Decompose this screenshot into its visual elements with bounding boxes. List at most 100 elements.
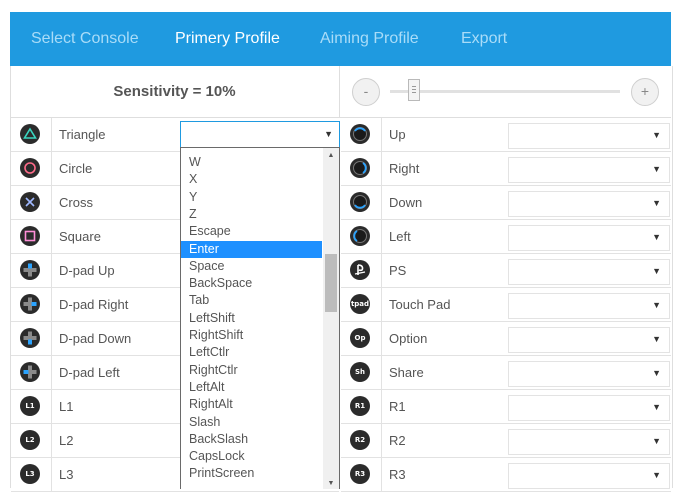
chevron-down-icon: ▼ bbox=[652, 266, 661, 276]
button-icon-cell bbox=[11, 220, 52, 253]
dropdown-option[interactable]: RightAlt bbox=[181, 396, 322, 413]
share-icon: Sh bbox=[350, 362, 370, 382]
button-label: Left bbox=[389, 229, 411, 244]
scroll-up-icon[interactable]: ▲ bbox=[323, 148, 339, 164]
button-icon-cell: L1 bbox=[11, 390, 52, 423]
r2-icon: R2 bbox=[350, 430, 370, 450]
dpad-right-icon bbox=[20, 294, 40, 314]
dropdown-option[interactable]: Z bbox=[181, 206, 322, 223]
button-icon-cell bbox=[11, 356, 52, 389]
dropdown-option[interactable]: LeftShift bbox=[181, 310, 322, 327]
l1-icon: L1 bbox=[20, 396, 40, 416]
button-label: R3 bbox=[389, 467, 406, 482]
decrease-sensitivity-button[interactable]: - bbox=[352, 78, 380, 106]
right-mapping-row-r1: R1 R1 ▼ bbox=[341, 390, 671, 424]
dpad-left-icon bbox=[20, 362, 40, 382]
dropdown-option[interactable]: Tab bbox=[181, 292, 322, 309]
triangle-key-select[interactable]: ▼ bbox=[180, 121, 340, 148]
dropdown-option[interactable]: Slash bbox=[181, 414, 322, 431]
chevron-down-icon: ▼ bbox=[652, 130, 661, 140]
chevron-down-icon: ▼ bbox=[652, 368, 661, 378]
button-label: Square bbox=[59, 229, 101, 244]
button-icon-cell: Sh bbox=[341, 356, 382, 389]
icon-glyph: R1 bbox=[354, 402, 366, 410]
scrollbar-thumb[interactable] bbox=[325, 254, 337, 312]
key-select[interactable]: ▼ bbox=[508, 259, 670, 285]
button-icon-cell bbox=[11, 322, 52, 355]
right-mapping-row-right: Right ▼ bbox=[341, 152, 671, 186]
tab-export[interactable]: Export bbox=[461, 12, 507, 66]
stick-right-icon bbox=[350, 158, 370, 178]
sensitivity-label: Sensitivity = 10% bbox=[10, 66, 340, 118]
key-select[interactable]: ▼ bbox=[508, 429, 670, 455]
chevron-down-icon: ▼ bbox=[652, 300, 661, 310]
button-label: L1 bbox=[59, 399, 74, 414]
dropdown-option[interactable]: Y bbox=[181, 189, 322, 206]
dropdown-option[interactable]: X bbox=[181, 171, 322, 188]
button-icon-cell bbox=[11, 254, 52, 287]
key-select[interactable]: ▼ bbox=[508, 463, 670, 489]
key-select[interactable]: ▼ bbox=[508, 123, 670, 149]
key-select[interactable]: ▼ bbox=[508, 327, 670, 353]
sensitivity-slider-track[interactable] bbox=[390, 90, 620, 93]
right-mapping-row-share: Sh Share ▼ bbox=[341, 356, 671, 390]
icon-glyph: Sh bbox=[354, 368, 366, 376]
dropdown-option[interactable]: BackSpace bbox=[181, 275, 322, 292]
chevron-down-icon: ▼ bbox=[652, 198, 661, 208]
key-select[interactable]: ▼ bbox=[508, 157, 670, 183]
button-icon-cell bbox=[341, 118, 382, 151]
tab-primery-profile[interactable]: Primery Profile bbox=[175, 12, 280, 66]
button-icon-cell: tpad bbox=[341, 288, 382, 321]
dropdown-option[interactable]: W bbox=[181, 154, 322, 171]
dropdown-option[interactable]: Enter bbox=[181, 240, 322, 258]
chevron-down-icon: ▼ bbox=[652, 436, 661, 446]
button-label: L2 bbox=[59, 433, 74, 448]
chevron-down-icon: ▼ bbox=[652, 232, 661, 242]
button-label: Up bbox=[389, 127, 406, 142]
dropdown-option[interactable]: BackSlash bbox=[181, 431, 322, 448]
button-icon-cell: L3 bbox=[11, 458, 52, 491]
button-label: D-pad Up bbox=[59, 263, 115, 278]
right-mapping-row-option: Op Option ▼ bbox=[341, 322, 671, 356]
stick-down-icon bbox=[350, 192, 370, 212]
button-icon-cell bbox=[341, 152, 382, 185]
stick-up-icon bbox=[350, 124, 370, 144]
right-mapping-row-r2: R2 R2 ▼ bbox=[341, 424, 671, 458]
dropdown-scrollbar[interactable]: ▲ ▼ bbox=[323, 148, 339, 489]
button-label: R1 bbox=[389, 399, 406, 414]
dropdown-option[interactable]: PrintScreen bbox=[181, 465, 322, 482]
right-mapping-row-r3: R3 R3 ▼ bbox=[341, 458, 671, 492]
dropdown-option[interactable]: LeftCtlr bbox=[181, 344, 322, 361]
key-select[interactable]: ▼ bbox=[508, 225, 670, 251]
chevron-down-icon: ▼ bbox=[324, 129, 333, 139]
tab-aiming-profile[interactable]: Aiming Profile bbox=[320, 12, 419, 66]
button-icon-cell bbox=[341, 186, 382, 219]
right-mapping-row-touch-pad: tpad Touch Pad ▼ bbox=[341, 288, 671, 322]
button-label: Down bbox=[389, 195, 423, 210]
circle-icon bbox=[20, 158, 40, 178]
dropdown-option[interactable]: RightCtlr bbox=[181, 362, 322, 379]
key-select[interactable]: ▼ bbox=[508, 395, 670, 421]
dropdown-option[interactable]: LeftAlt bbox=[181, 379, 322, 396]
r3-icon: R3 bbox=[350, 464, 370, 484]
right-mapping-row-left: Left ▼ bbox=[341, 220, 671, 254]
dropdown-option[interactable]: Space bbox=[181, 258, 322, 275]
sensitivity-slider-thumb[interactable] bbox=[408, 79, 420, 101]
key-select[interactable]: ▼ bbox=[508, 293, 670, 319]
button-icon-cell bbox=[11, 288, 52, 321]
tab-select-console[interactable]: Select Console bbox=[31, 12, 139, 66]
dropdown-option[interactable]: CapsLock bbox=[181, 448, 322, 465]
dropdown-option[interactable]: RightShift bbox=[181, 327, 322, 344]
option-icon: Op bbox=[350, 328, 370, 348]
dpad-down-icon bbox=[20, 328, 40, 348]
dropdown-option[interactable]: Escape bbox=[181, 223, 322, 240]
r1-icon: R1 bbox=[350, 396, 370, 416]
chevron-down-icon: ▼ bbox=[652, 334, 661, 344]
key-select[interactable]: ▼ bbox=[508, 361, 670, 387]
l2-icon: L2 bbox=[20, 430, 40, 450]
increase-sensitivity-button[interactable]: + bbox=[631, 78, 659, 106]
key-select[interactable]: ▼ bbox=[508, 191, 670, 217]
button-label: Circle bbox=[59, 161, 93, 176]
chevron-down-icon: ▼ bbox=[652, 402, 661, 412]
key-dropdown-list[interactable]: W X Y Z Escape Enter Space BackSpace Tab LeftShif… bbox=[180, 147, 340, 489]
